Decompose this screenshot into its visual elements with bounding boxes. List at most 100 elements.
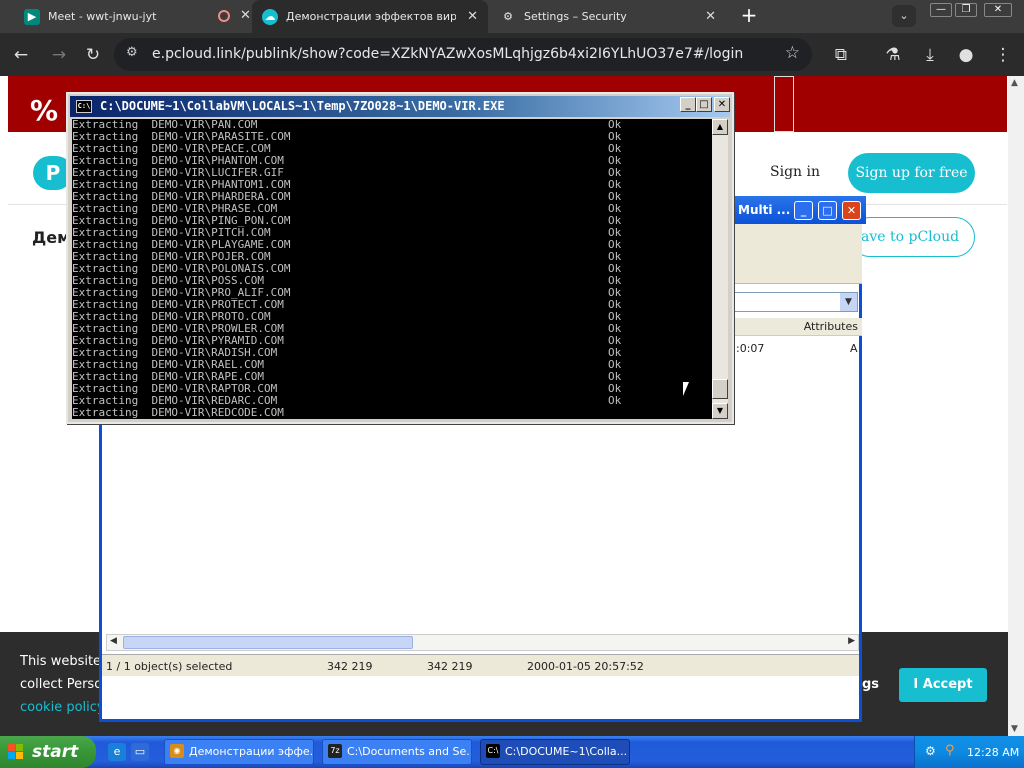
- status-size: 342 219: [327, 660, 373, 673]
- system-tray: ⚙ ⚲ 12:28 AM: [914, 736, 1024, 768]
- save-to-pcloud-button[interactable]: ave to pCloud: [850, 217, 975, 257]
- console-output[interactable]: Extracting DEMO-VIR\PAN.COM Ok Extracting …: [72, 119, 712, 419]
- maximize-button[interactable]: □: [696, 97, 712, 112]
- scroll-up-icon[interactable]: ▲: [1011, 78, 1018, 88]
- mouse-cursor: [683, 382, 689, 396]
- page-title: Дем: [32, 228, 71, 247]
- console-line-file: Extracting DEMO-VIR\REDCODE.COM: [72, 406, 284, 419]
- restore-button[interactable]: ❐: [955, 3, 977, 17]
- gear-icon: ⚙: [503, 10, 513, 23]
- broken-image-icon: [774, 76, 794, 132]
- show-desktop-icon[interactable]: ▭: [131, 743, 149, 761]
- taskbar-button-console[interactable]: C:\ C:\DOCUME~1\Colla...: [480, 739, 630, 765]
- ie-icon[interactable]: e: [108, 743, 126, 761]
- console-line-status: Ok: [608, 394, 622, 407]
- taskbar: start e ▭ ◉ Демонстрации эффе... 7z C:\D…: [0, 736, 1024, 768]
- sign-up-button[interactable]: Sign up for free: [848, 153, 975, 193]
- recording-icon: [218, 10, 230, 22]
- reload-icon[interactable]: ↻: [80, 42, 106, 68]
- forward-icon[interactable]: →: [46, 42, 72, 68]
- browser-icon: ◉: [170, 744, 184, 758]
- minimize-button[interactable]: _: [794, 201, 813, 220]
- address-bar[interactable]: ⚙ e.pcloud.link/publink/show?code=XZkNYA…: [114, 38, 812, 71]
- percent-logo: %: [30, 94, 59, 127]
- cookie-settings-link[interactable]: gs: [862, 677, 879, 692]
- cookie-text-line2: collect Perso: [20, 677, 103, 692]
- extensions-icon[interactable]: ⧉: [828, 42, 854, 68]
- chevron-down-icon[interactable]: ⌄: [892, 5, 916, 27]
- status-selection: 1 / 1 object(s) selected: [106, 660, 233, 673]
- taskbar-button-label: C:\DOCUME~1\Colla...: [505, 745, 628, 758]
- tab-pcloud[interactable]: ☁ Демонстрации эффектов вирусов ✕: [252, 0, 488, 33]
- cookie-policy-link[interactable]: cookie policy: [20, 700, 105, 715]
- minimize-button[interactable]: _: [680, 97, 696, 112]
- start-button[interactable]: start: [0, 736, 96, 768]
- taskbar-button-browser[interactable]: ◉ Демонстрации эффе...: [164, 739, 314, 765]
- console-scrollbar[interactable]: ▲ ▼: [712, 119, 728, 419]
- close-icon[interactable]: ✕: [467, 9, 478, 24]
- network-icon[interactable]: ⚙: [925, 744, 936, 758]
- toolbar-area: [734, 224, 862, 284]
- search-icon[interactable]: ⚲: [945, 743, 955, 758]
- column-header[interactable]: Attributes: [734, 318, 862, 336]
- tab-meet[interactable]: ▶ Meet - wwt-jnwu-jyt ✕: [14, 0, 251, 33]
- browser-tab-strip: ▶ Meet - wwt-jnwu-jyt ✕ ☁ Демонстрации э…: [0, 0, 1024, 33]
- console-window: C:\ C:\DOCUME~1\CollabVM\LOCALS~1\Temp\7…: [66, 92, 734, 424]
- menu-icon[interactable]: ⋮: [990, 42, 1016, 68]
- status-packed-size: 342 219: [427, 660, 473, 673]
- 7zip-icon: 7z: [328, 744, 342, 758]
- taskbar-button-7zip[interactable]: 7z C:\Documents and Se...: [322, 739, 472, 765]
- close-button[interactable]: ✕: [714, 97, 730, 112]
- accept-cookies-button[interactable]: I Accept: [899, 668, 987, 702]
- labs-icon[interactable]: ⚗: [880, 42, 906, 68]
- url-text[interactable]: e.pcloud.link/publink/show?code=XZkNYAZw…: [152, 46, 743, 62]
- tab-pcloud-title: Демонстрации эффектов вирусов: [286, 10, 456, 23]
- horizontal-scrollbar[interactable]: ◀ ▶: [106, 634, 859, 651]
- file-row-time[interactable]: :0:07: [736, 342, 764, 355]
- windows-logo-icon: [8, 744, 24, 760]
- status-modified: 2000-01-05 20:57:52: [527, 660, 644, 673]
- console-icon: C:\: [76, 100, 92, 113]
- download-icon[interactable]: ⤓: [917, 42, 943, 68]
- close-icon[interactable]: ✕: [240, 8, 251, 23]
- close-window-button[interactable]: ✕: [984, 3, 1012, 17]
- scroll-up-icon[interactable]: ▲: [712, 119, 728, 135]
- console-title: C:\DOCUME~1\CollabVM\LOCALS~1\Temp\7ZO02…: [100, 99, 505, 113]
- back-icon[interactable]: ←: [8, 42, 34, 68]
- console-line: Extracting DEMO-VIR\REDCODE.COM: [72, 407, 712, 419]
- scroll-down-icon[interactable]: ▼: [1011, 724, 1018, 734]
- minimize-button[interactable]: —: [930, 3, 952, 17]
- scrollbar-thumb[interactable]: [123, 636, 413, 649]
- scroll-right-icon[interactable]: ▶: [848, 636, 855, 646]
- start-label: start: [32, 742, 79, 762]
- file-row-attr[interactable]: A: [850, 342, 858, 355]
- vm-screen: % P Sign in Sign up for free Дем ave to …: [0, 76, 1024, 736]
- close-button[interactable]: ✕: [842, 201, 861, 220]
- console-icon: C:\: [486, 744, 500, 758]
- taskbar-button-label: C:\Documents and Se...: [347, 745, 472, 758]
- new-tab-button[interactable]: +: [737, 4, 761, 28]
- file-manager-titlebar[interactable]: Multi ... _ □ ✕: [734, 196, 866, 224]
- site-info-icon[interactable]: ⚙: [126, 45, 138, 60]
- browser-toolbar: ← → ↻ ⚙ e.pcloud.link/publink/show?code=…: [0, 33, 1024, 76]
- maximize-button[interactable]: □: [818, 201, 837, 220]
- console-titlebar[interactable]: C:\ C:\DOCUME~1\CollabVM\LOCALS~1\Temp\7…: [70, 96, 730, 117]
- bookmark-star-icon[interactable]: ☆: [785, 43, 800, 63]
- tab-settings[interactable]: ⚙ Settings – Security ✕: [490, 0, 726, 33]
- path-combobox[interactable]: ▼: [734, 292, 858, 312]
- status-bar: 1 / 1 object(s) selected 342 219 342 219…: [102, 654, 859, 676]
- page-scrollbar[interactable]: ▲ ▼: [1008, 76, 1024, 736]
- chevron-down-icon[interactable]: ▼: [840, 293, 857, 311]
- taskbar-button-label: Демонстрации эффе...: [189, 745, 314, 758]
- scroll-left-icon[interactable]: ◀: [110, 636, 117, 646]
- sign-in-link[interactable]: Sign in: [770, 164, 820, 180]
- cookie-text-line1: This website: [20, 654, 102, 669]
- pcloud-icon: ☁: [262, 8, 278, 25]
- close-icon[interactable]: ✕: [705, 9, 716, 24]
- scrollbar-thumb[interactable]: [712, 379, 728, 399]
- tab-settings-title: Settings – Security: [524, 10, 627, 23]
- profile-icon[interactable]: ●: [953, 42, 979, 68]
- clock[interactable]: 12:28 AM: [967, 746, 1019, 759]
- meet-icon: ▶: [24, 8, 40, 25]
- scroll-down-icon[interactable]: ▼: [712, 403, 728, 419]
